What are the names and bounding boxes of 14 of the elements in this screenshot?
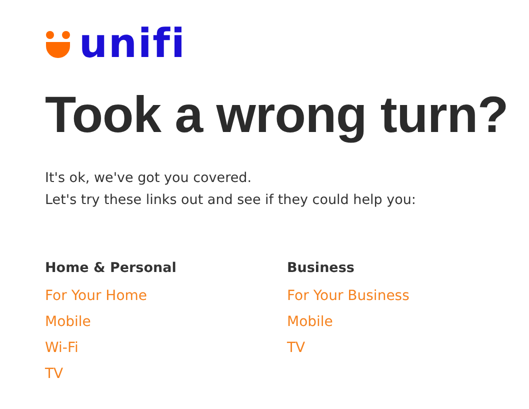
intro-text: Let's try these links out and see if they could help you: — [45, 191, 416, 210]
intro-text: It's ok, we've got you covered. — [45, 169, 252, 188]
nav-link[interactable]: TV — [45, 361, 64, 387]
column-heading: Business — [287, 259, 354, 278]
brand-logo: unifi — [79, 25, 186, 63]
nav-link[interactable]: For Your Home — [45, 283, 148, 309]
nav-link[interactable]: TV — [287, 335, 306, 361]
nav-link[interactable]: Mobile — [287, 309, 333, 335]
nav-link[interactable]: Mobile — [45, 309, 91, 335]
column-heading: Home & Personal — [45, 259, 176, 278]
nav-link[interactable]: For Your Business — [287, 283, 410, 309]
page-heading: Took a wrong turn? — [45, 85, 508, 145]
nav-link[interactable]: Wi-Fi — [45, 335, 78, 361]
smiley-logo-icon — [45, 30, 71, 58]
